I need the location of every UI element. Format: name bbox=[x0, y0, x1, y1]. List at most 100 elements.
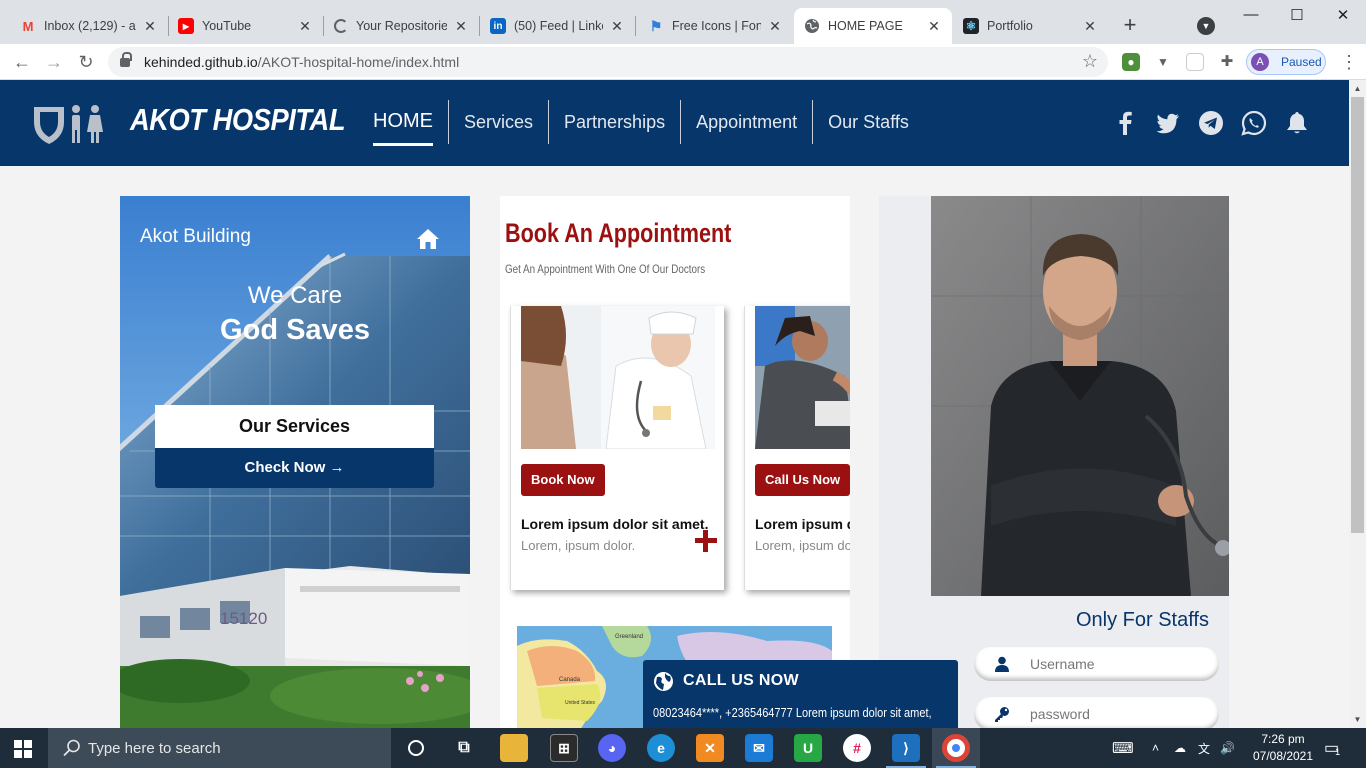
close-tab-icon[interactable]: ✕ bbox=[297, 18, 313, 35]
appointment-subtitle: Get An Appointment With One Of Our Docto… bbox=[505, 262, 706, 276]
minimize-button[interactable]: — bbox=[1228, 6, 1274, 28]
notification-icon[interactable]: ▭ 1 bbox=[1324, 728, 1340, 768]
tab-search-button[interactable]: ▼ bbox=[1197, 17, 1215, 35]
close-tab-icon[interactable]: ✕ bbox=[142, 18, 158, 35]
bookmark-star-icon[interactable]: ☆ bbox=[1082, 51, 1098, 72]
call-us-panel[interactable]: CALL US NOW 08023464****, +2365464777 Lo… bbox=[643, 660, 958, 728]
globe-icon bbox=[804, 18, 820, 34]
call-us-now-button[interactable]: Call Us Now bbox=[755, 464, 850, 496]
nav-appointment[interactable]: Appointment bbox=[681, 100, 814, 144]
forward-button[interactable]: → bbox=[42, 50, 66, 74]
staff-login-card: Only For Staffs Username password bbox=[879, 196, 1229, 728]
maximize-button[interactable]: ☐ bbox=[1274, 6, 1320, 28]
tab-linkedin[interactable]: in (50) Feed | Linked ✕ bbox=[480, 8, 635, 44]
tab-youtube[interactable]: ▶ YouTube ✕ bbox=[168, 8, 323, 44]
profile-button[interactable]: A Paused bbox=[1246, 49, 1326, 75]
tray-show-hidden-icon[interactable]: ˄ bbox=[1152, 728, 1159, 768]
tab-home-page[interactable]: HOME PAGE ✕ bbox=[794, 8, 952, 44]
nav-home[interactable]: HOME bbox=[358, 100, 449, 146]
task-view-icon[interactable]: ⧉ bbox=[450, 734, 478, 762]
microsoft-store-icon[interactable]: ⊞ bbox=[550, 734, 578, 762]
vuejs-devtools-icon[interactable]: ▼ bbox=[1154, 53, 1172, 71]
ubuntu-u-icon[interactable]: U bbox=[794, 734, 822, 762]
call-us-title: CALL US NOW bbox=[683, 672, 799, 689]
main-nav: HOME Services Partnerships Appointment O… bbox=[358, 100, 924, 146]
god-saves-heading: God Saves bbox=[220, 314, 370, 346]
scroll-up-arrow-icon[interactable]: ▲ bbox=[1349, 80, 1366, 97]
tray-language-icon[interactable]: 文 bbox=[1198, 728, 1210, 768]
username-field[interactable]: Username bbox=[974, 647, 1219, 681]
twitter-icon[interactable] bbox=[1155, 110, 1181, 136]
tab-repositories[interactable]: Your Repositories ✕ bbox=[324, 8, 479, 44]
clock-date: 07/08/2021 bbox=[1252, 749, 1314, 763]
new-tab-button[interactable]: + bbox=[1118, 14, 1142, 38]
vscode-icon[interactable]: ⟩ bbox=[892, 734, 920, 762]
tray-network-icon[interactable]: ☁ bbox=[1174, 728, 1186, 768]
our-services-label: Our Services bbox=[155, 405, 434, 448]
bell-icon[interactable] bbox=[1284, 110, 1310, 136]
close-tab-icon[interactable]: ✕ bbox=[609, 18, 625, 35]
cortana-icon[interactable] bbox=[402, 734, 430, 762]
map-label: Greenland bbox=[615, 634, 643, 640]
slack-icon[interactable]: # bbox=[843, 734, 871, 762]
user-icon bbox=[995, 656, 1009, 672]
youtube-icon: ▶ bbox=[178, 18, 194, 34]
telegram-icon[interactable] bbox=[1198, 110, 1224, 136]
scroll-thumb[interactable] bbox=[1351, 97, 1364, 533]
tab-fontawesome[interactable]: ⚑ Free Icons | Font A ✕ bbox=[638, 8, 793, 44]
key-icon bbox=[995, 707, 1009, 722]
nav-services[interactable]: Services bbox=[449, 100, 550, 144]
map-label: United States bbox=[565, 700, 596, 706]
password-field[interactable]: password bbox=[974, 697, 1219, 728]
close-tab-icon[interactable]: ✕ bbox=[453, 18, 469, 35]
password-placeholder: password bbox=[1030, 706, 1090, 722]
close-tab-icon[interactable]: ✕ bbox=[926, 18, 942, 35]
chrome-icon[interactable] bbox=[942, 734, 970, 762]
scroll-down-arrow-icon[interactable]: ▼ bbox=[1349, 711, 1366, 728]
we-care-text: We Care bbox=[247, 282, 343, 309]
linkedin-icon: in bbox=[490, 18, 506, 34]
edge-icon[interactable]: e bbox=[647, 734, 675, 762]
back-button[interactable]: ← bbox=[10, 50, 34, 74]
file-explorer-icon[interactable] bbox=[500, 734, 528, 762]
doctor-role: Lorem, ipsum dolor. bbox=[521, 538, 636, 553]
book-now-button[interactable]: Book Now bbox=[521, 464, 605, 496]
call-us-text: 08023464****, +2365464777 Lorem ipsum do… bbox=[653, 706, 932, 720]
tray-volume-icon[interactable]: 🔊 bbox=[1220, 728, 1235, 768]
staff-login-title: Only For Staffs bbox=[1075, 609, 1209, 631]
close-tab-icon[interactable]: ✕ bbox=[1082, 18, 1098, 35]
profile-status: Paused bbox=[1281, 55, 1322, 69]
close-window-button[interactable]: ✕ bbox=[1320, 6, 1366, 28]
tab-gmail[interactable]: M Inbox (2,129) - ay ✕ bbox=[10, 8, 168, 44]
check-now-button[interactable]: Check Now → bbox=[155, 448, 434, 488]
page-scrollbar[interactable]: ▲ ▼ bbox=[1349, 80, 1366, 728]
close-tab-icon[interactable]: ✕ bbox=[767, 18, 783, 35]
appointment-title: Book An Appointment bbox=[505, 218, 732, 248]
nav-our-staffs[interactable]: Our Staffs bbox=[813, 100, 924, 144]
site-brand[interactable]: AKOT HOSPITAL bbox=[130, 102, 345, 138]
xampp-icon[interactable]: ✕ bbox=[696, 734, 724, 762]
home-icon[interactable] bbox=[416, 228, 440, 250]
address-bar[interactable]: kehinded.github.io/AKOT-hospital-home/in… bbox=[108, 47, 1108, 77]
windows-start-icon[interactable] bbox=[14, 740, 32, 758]
mail-icon[interactable]: ✉ bbox=[745, 734, 773, 762]
url-host: kehinded.github.io bbox=[144, 54, 258, 70]
tab-portfolio[interactable]: ⚛ Portfolio ✕ bbox=[953, 8, 1108, 44]
extension-icon[interactable]: ● bbox=[1122, 53, 1140, 71]
map-label: Canada bbox=[559, 677, 581, 683]
whatsapp-icon[interactable] bbox=[1241, 110, 1267, 136]
facebook-icon[interactable] bbox=[1112, 110, 1138, 136]
discord-icon[interactable]: ◕ bbox=[598, 734, 626, 762]
tray-keyboard-icon[interactable]: ⌨ bbox=[1112, 728, 1134, 768]
browser-menu-icon[interactable]: ⋮ bbox=[1340, 52, 1358, 72]
extension-icon[interactable] bbox=[1186, 53, 1204, 71]
nav-partnerships[interactable]: Partnerships bbox=[549, 100, 682, 144]
doctor-name: Lorem ipsum dolor sit amet. bbox=[521, 516, 709, 532]
doctor-card: Book Now Lorem ipsum dolor sit amet. Lor… bbox=[510, 306, 724, 590]
gmail-icon: M bbox=[22, 18, 34, 34]
building-title: Akot Building bbox=[140, 226, 251, 247]
taskbar-clock[interactable]: 7:26 pm 07/08/2021 bbox=[1248, 731, 1318, 765]
taskbar-search-input[interactable]: Type here to search bbox=[48, 728, 391, 768]
extensions-puzzle-icon[interactable]: ✚ bbox=[1218, 53, 1236, 71]
reload-button[interactable]: ↻ bbox=[74, 50, 98, 74]
